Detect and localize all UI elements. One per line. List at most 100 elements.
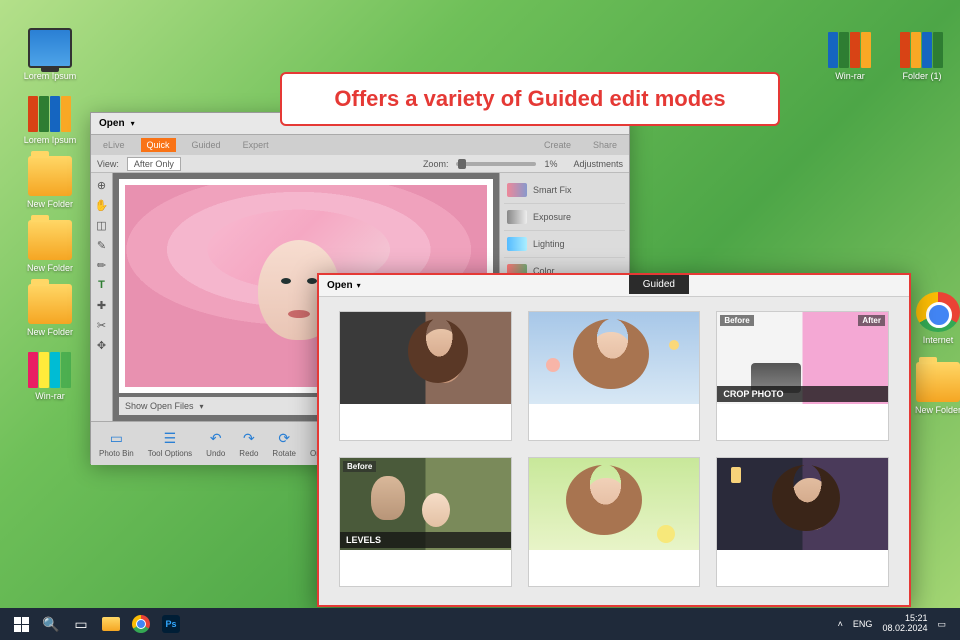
- dropdown-icon[interactable]: ▾: [131, 119, 135, 128]
- tray-chevron-icon[interactable]: ˄: [838, 619, 843, 629]
- desktop-icon-folder-1[interactable]: New Folder: [22, 156, 78, 209]
- editor-view-bar: View: After Only Zoom: 1% Adjustments: [91, 155, 629, 173]
- undo-icon: ↶: [210, 430, 222, 447]
- winrar-icon: [28, 348, 72, 388]
- adjustment-lighting[interactable]: Lighting: [504, 231, 625, 258]
- icon-label: New Folder: [22, 327, 78, 337]
- share-menu[interactable]: Share: [587, 138, 623, 152]
- tab-expert[interactable]: Expert: [237, 138, 275, 152]
- tab-quick[interactable]: Quick: [141, 138, 176, 152]
- tool-options-button[interactable]: ☰Tool Options: [148, 430, 192, 458]
- icon-label: New Folder: [910, 405, 960, 415]
- editor-mode-tabs: eLive Quick Guided Expert Create Share: [91, 135, 629, 155]
- search-icon: 🔍: [42, 616, 59, 633]
- photo-bin-button[interactable]: ▭Photo Bin: [99, 430, 134, 458]
- zoom-value: 1%: [544, 159, 557, 169]
- desktop-icon-folder-2[interactable]: New Folder: [22, 220, 78, 273]
- view-label: View:: [97, 159, 119, 169]
- taskview-icon: ▭: [74, 616, 87, 633]
- windows-icon: [14, 617, 29, 632]
- redo-icon: ↷: [243, 430, 255, 447]
- tool-options-icon: ☰: [164, 430, 177, 447]
- brush-tool-icon[interactable]: ✏: [94, 257, 110, 273]
- icon-label: Lorem Ipsum: [22, 135, 78, 145]
- open-menu[interactable]: Open: [99, 118, 125, 129]
- tab-elive[interactable]: eLive: [97, 138, 131, 152]
- text-tool-icon[interactable]: T: [94, 277, 110, 293]
- folder-icon: [28, 284, 72, 324]
- guided-card[interactable]: [528, 311, 701, 441]
- callout-banner: Offers a variety of Guided edit modes: [280, 72, 780, 126]
- card-caption: LEVELS: [340, 532, 511, 548]
- search-button[interactable]: 🔍: [36, 610, 66, 638]
- crop-tool-icon[interactable]: ✂: [94, 317, 110, 333]
- books-icon: [28, 92, 72, 132]
- zoom-tool-icon[interactable]: ⊕: [94, 177, 110, 193]
- guided-window: Open ▾ Guided Before After CROP PH: [317, 273, 911, 607]
- folder-icon: [102, 617, 120, 631]
- explorer-taskbar-icon[interactable]: [96, 610, 126, 638]
- heal-tool-icon[interactable]: ✚: [94, 297, 110, 313]
- photo-bin-icon: ▭: [110, 430, 123, 447]
- tool-palette: ⊕ ✋ ◫ ✎ ✏ T ✚ ✂ ✥: [91, 173, 113, 421]
- guided-titlebar: Open ▾ Guided: [319, 275, 909, 297]
- icon-label: Folder (1): [894, 71, 950, 81]
- callout-text: Offers a variety of Guided edit modes: [302, 86, 758, 112]
- after-flag: After: [858, 315, 885, 326]
- icon-label: Win-rar: [822, 71, 878, 81]
- photoshop-taskbar-icon[interactable]: Ps: [156, 610, 186, 638]
- guided-tab[interactable]: Guided: [629, 275, 689, 294]
- desktop-icon-folder-r1[interactable]: Folder (1): [894, 28, 950, 81]
- start-button[interactable]: [6, 610, 36, 638]
- adjustment-smartfix[interactable]: Smart Fix: [504, 177, 625, 204]
- icon-label: Lorem Ipsum: [22, 71, 78, 81]
- guided-card-levels[interactable]: Before LEVELS: [339, 457, 512, 587]
- adjustments-title: Adjustments: [573, 159, 623, 169]
- eyedropper-tool-icon[interactable]: ✎: [94, 237, 110, 253]
- dropdown-icon[interactable]: ▾: [357, 281, 361, 290]
- ps-icon: Ps: [162, 615, 180, 633]
- tab-guided[interactable]: Guided: [186, 138, 227, 152]
- guided-grid: Before After CROP PHOTO Before LEVELS: [319, 297, 909, 601]
- monitor-icon: [28, 28, 72, 68]
- adjustment-exposure[interactable]: Exposure: [504, 204, 625, 231]
- notifications-icon[interactable]: ▭: [937, 619, 946, 630]
- guided-card[interactable]: [339, 311, 512, 441]
- system-tray: ˄ ENG 15:21 08.02.2024 ▭: [838, 614, 954, 634]
- desktop-icon-winrar[interactable]: Win-rar: [22, 348, 78, 401]
- desktop-icon-winrar-2[interactable]: Win-rar: [822, 28, 878, 81]
- select-tool-icon[interactable]: ◫: [94, 217, 110, 233]
- desktop-icon-lorem-1[interactable]: Lorem Ipsum: [22, 28, 78, 81]
- undo-button[interactable]: ↶Undo: [206, 430, 225, 458]
- desktop-icon-folder-r2[interactable]: New Folder: [910, 362, 960, 415]
- hand-tool-icon[interactable]: ✋: [94, 197, 110, 213]
- clock[interactable]: 15:21 08.02.2024: [882, 614, 927, 634]
- card-thumbnail: [529, 312, 700, 404]
- books-icon: [900, 28, 944, 68]
- guided-card[interactable]: [528, 457, 701, 587]
- view-mode-select[interactable]: After Only: [127, 157, 181, 171]
- desktop-icon-chrome[interactable]: Internet: [910, 292, 960, 345]
- date: 08.02.2024: [882, 624, 927, 634]
- rotate-button[interactable]: ⟳Rotate: [272, 430, 296, 458]
- desktop-icon-lorem-2[interactable]: Lorem Ipsum: [22, 92, 78, 145]
- move-tool-icon[interactable]: ✥: [94, 337, 110, 353]
- chrome-taskbar-icon[interactable]: [126, 610, 156, 638]
- chrome-icon: [916, 292, 960, 332]
- card-thumbnail: [717, 458, 888, 550]
- taskbar: 🔍 ▭ Ps ˄ ENG 15:21 08.02.2024 ▭: [0, 608, 960, 640]
- zoom-slider[interactable]: [456, 162, 536, 166]
- icon-label: Win-rar: [22, 391, 78, 401]
- card-thumbnail: [529, 458, 700, 550]
- open-menu[interactable]: Open: [327, 280, 353, 291]
- taskview-button[interactable]: ▭: [66, 610, 96, 638]
- desktop-icon-folder-3[interactable]: New Folder: [22, 284, 78, 337]
- redo-button[interactable]: ↷Redo: [239, 430, 258, 458]
- rotate-icon: ⟳: [278, 430, 290, 447]
- guided-card[interactable]: [716, 457, 889, 587]
- before-flag: Before: [343, 461, 376, 472]
- language-indicator[interactable]: ENG: [853, 619, 873, 629]
- guided-card-crop[interactable]: Before After CROP PHOTO: [716, 311, 889, 441]
- create-menu[interactable]: Create: [538, 138, 577, 152]
- folder-icon: [916, 362, 960, 402]
